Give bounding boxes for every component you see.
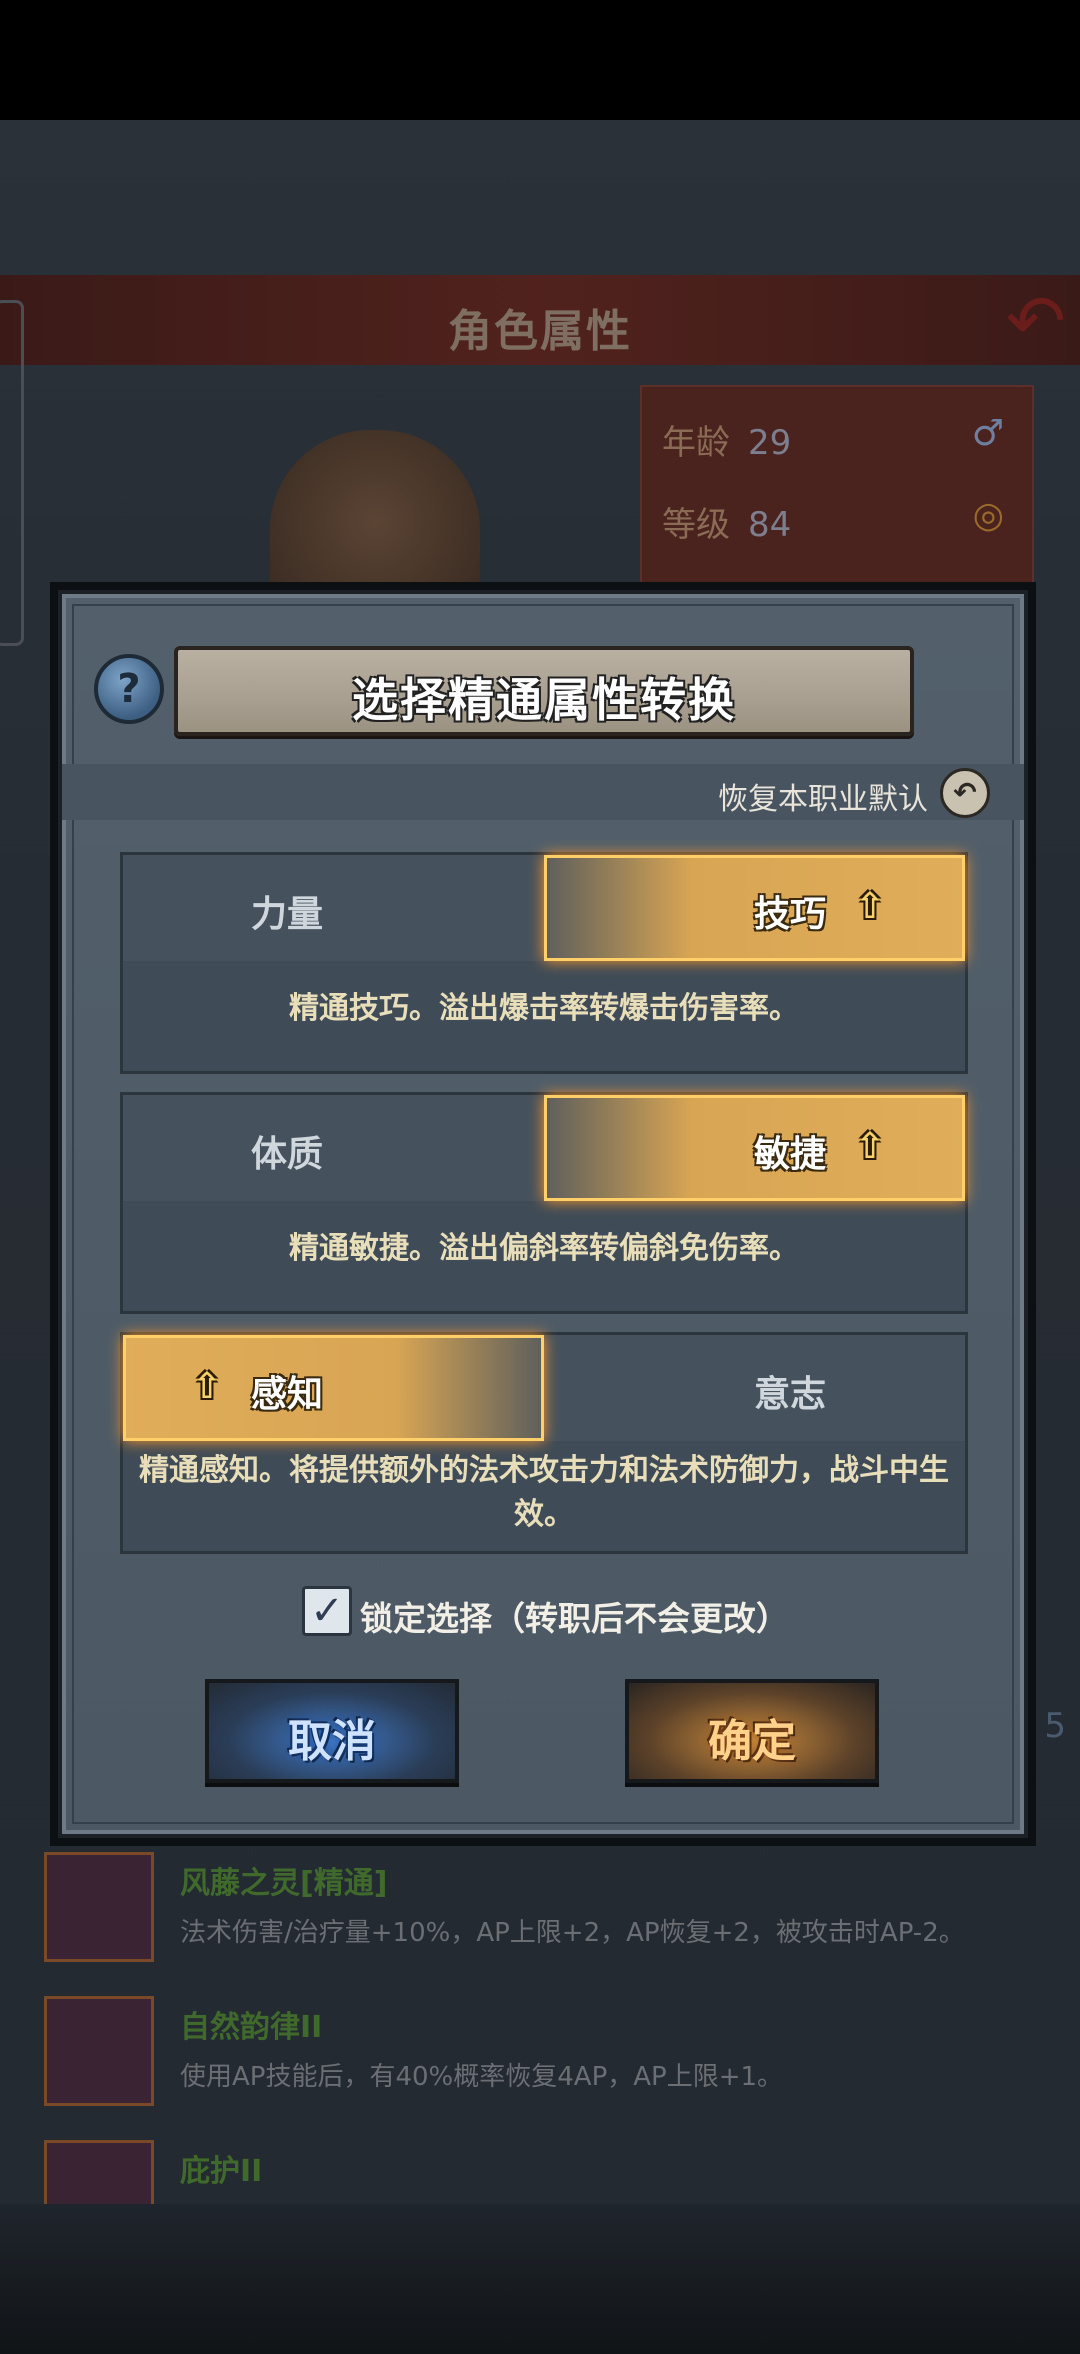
option-label: 技巧 [754,894,827,935]
option-description: 精通敏捷。溢出偏斜率转偏斜免伤率。 [289,1231,799,1266]
reset-bar: 恢复本职业默认 ↶ [62,764,1024,820]
option-label: 体质 [251,1134,324,1175]
skill-name: 庇护II [180,2154,263,2189]
skill-item: 庇护II [44,2140,1034,2204]
title-plate: 选择精通属性转换 [174,646,914,736]
skill-icon [44,1996,154,2106]
dialog-title: 选择精通属性转换 [352,673,736,727]
option-willpower[interactable]: 意志 [544,1335,965,1441]
arrow-up-icon: ⇧ [854,1126,886,1167]
option-strength[interactable]: 力量 [123,855,544,961]
navigation-bar [0,2204,1080,2354]
lock-checkbox[interactable]: ✓ [302,1586,352,1636]
side-number: 5 [1044,1706,1066,1746]
reset-default-button[interactable]: 恢复本职业默认 [718,774,928,818]
skill-desc: 使用AP技能后，有40%概率恢复4AP，AP上限+1。 [180,2062,784,2092]
option-description: 精通技巧。溢出爆击率转爆击伤害率。 [289,991,799,1026]
confirm-label: 确定 [708,1716,796,1767]
option-perception-selected[interactable]: ⇧ 感知 [123,1335,544,1441]
attribute-option-group: 体质 敏捷 ⇧ 精通敏捷。溢出偏斜率转偏斜免伤率。 [120,1092,968,1314]
attribute-option-group: 力量 技巧 ⇧ 精通技巧。溢出爆击率转爆击伤害率。 [120,852,968,1074]
attribute-option-group: ⇧ 感知 意志 精通感知。将提供额外的法术攻击力和法术防御力，战斗中生效。 [120,1332,968,1554]
cancel-button[interactable]: 取消 [205,1679,459,1783]
character-info-panel: 年龄 29 ♂ 等级 84 ◎ [640,385,1034,599]
skill-item: 风藤之灵[精通] 法术伤害/治疗量+10%，AP上限+2，AP恢复+2，被攻击时… [44,1852,1034,1962]
cancel-label: 取消 [288,1716,376,1767]
skill-name: 自然韵律II [180,2010,323,2045]
age-value: 29 [748,423,792,463]
level-value: 84 [748,505,792,545]
background-side-card [0,300,24,646]
option-label: 力量 [251,894,324,935]
age-row: 年龄 29 [662,415,791,464]
male-icon: ♂ [971,413,1004,454]
age-label: 年龄 [662,423,730,463]
status-bar [0,0,1080,120]
skill-name: 风藤之灵[精通] [180,1866,388,1901]
attribute-choice-row: 体质 敏捷 ⇧ [123,1095,965,1201]
skill-icon [44,1852,154,1962]
option-description: 精通感知。将提供额外的法术攻击力和法术防御力，战斗中生效。 [139,1453,949,1532]
ring-icon: ◎ [972,495,1004,536]
undo-icon[interactable]: ↶ [940,768,990,818]
option-constitution[interactable]: 体质 [123,1095,544,1201]
lock-selection-row: ✓ 锁定选择（转职后不会更改） [62,1584,1024,1640]
level-label: 等级 [662,505,730,545]
level-row: 等级 84 [662,497,791,546]
question-icon[interactable]: ? [94,654,164,724]
arrow-up-icon: ⇧ [854,886,886,927]
attribute-choice-row: ⇧ 感知 意志 [123,1335,965,1441]
skill-item: 自然韵律II 使用AP技能后，有40%概率恢复4AP，AP上限+1。 [44,1996,1034,2106]
arrow-up-icon: ⇧ [191,1366,223,1407]
lock-label[interactable]: 锁定选择（转职后不会更改） [360,1592,789,1640]
option-label: 敏捷 [754,1134,827,1175]
skill-desc: 法术伤害/治疗量+10%，AP上限+2，AP恢复+2，被攻击时AP-2。 [180,1918,965,1948]
option-skill-selected[interactable]: 技巧 ⇧ [544,855,965,961]
option-label: 感知 [251,1374,324,1415]
option-agility-selected[interactable]: 敏捷 ⇧ [544,1095,965,1201]
mastery-dialog: ? 选择精通属性转换 恢复本职业默认 ↶ 力量 技巧 ⇧ 精通技巧。溢出爆击率转… [58,590,1028,1838]
option-label: 意志 [754,1374,827,1415]
confirm-button[interactable]: 确定 [625,1679,879,1783]
attribute-choice-row: 力量 技巧 ⇧ [123,855,965,961]
back-arrow-icon: ↶ [1005,279,1066,363]
background-title: 角色属性 [448,306,632,357]
skill-icon [44,2140,154,2204]
